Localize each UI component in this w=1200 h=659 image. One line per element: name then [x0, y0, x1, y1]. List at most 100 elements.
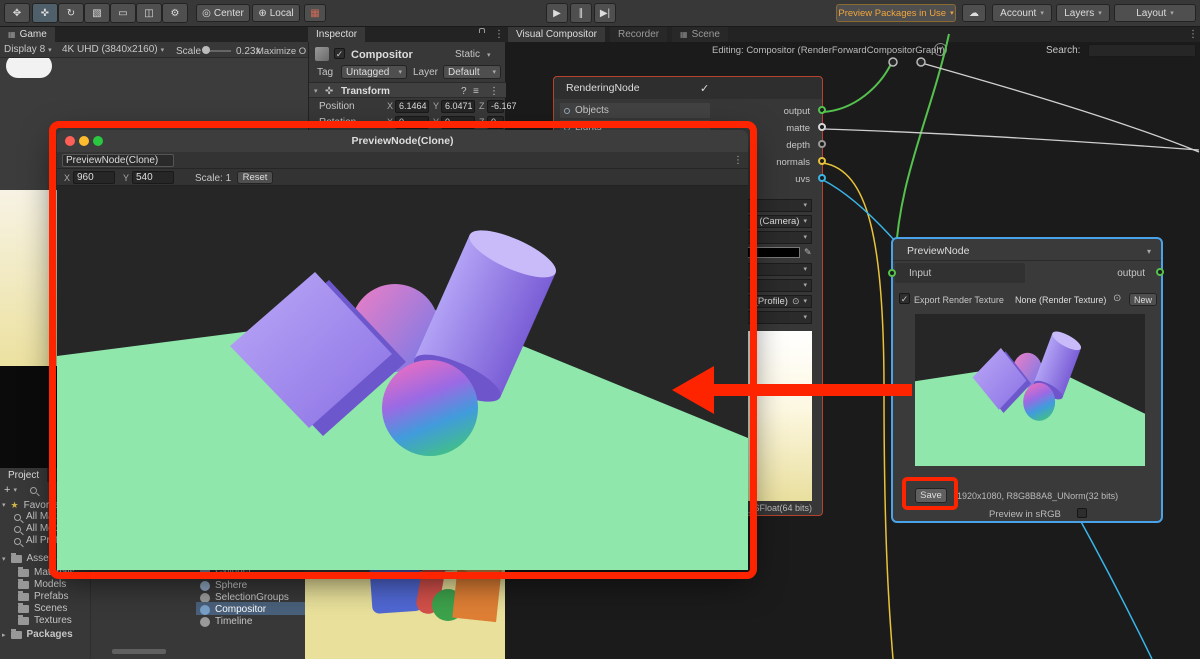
- pivot-center-button[interactable]: ◎ Center: [196, 4, 250, 22]
- hand-tool-button[interactable]: ✥: [4, 3, 30, 23]
- maximize-toggle[interactable]: Maximize O: [256, 47, 306, 57]
- popup-y-field[interactable]: 540: [132, 171, 174, 184]
- move-tool-button[interactable]: ✜: [32, 3, 58, 23]
- more-icon[interactable]: ⋮: [494, 29, 504, 40]
- output-port[interactable]: [1156, 268, 1164, 276]
- scale-slider-knob[interactable]: [202, 46, 210, 54]
- tab-project[interactable]: Project: [0, 468, 48, 482]
- export-render-texture-checkbox[interactable]: ✓: [899, 293, 910, 304]
- uvs-port[interactable]: [818, 174, 826, 182]
- tab-visual-compositor[interactable]: Visual Compositor: [508, 27, 605, 42]
- folder-row[interactable]: Scenes: [18, 603, 67, 614]
- scale-tool-button[interactable]: ▧: [84, 3, 110, 23]
- position-z-field[interactable]: -6.167: [487, 100, 517, 113]
- play-button[interactable]: ▶: [546, 3, 568, 23]
- tab-game[interactable]: ▦ Game: [0, 27, 55, 42]
- tab-scene[interactable]: ▦ Scene: [672, 27, 728, 42]
- folder-row[interactable]: Prefabs: [18, 591, 68, 602]
- rotate-tool-button[interactable]: ↻: [58, 3, 84, 23]
- eyedropper-icon[interactable]: ✎: [804, 247, 812, 258]
- horizontal-scrollbar[interactable]: [112, 649, 166, 654]
- game-view-toolbar: Display 8 ▾ 4K UHD (3840x2160) ▾ Scale 0.2…: [0, 42, 308, 58]
- save-button[interactable]: Save: [915, 488, 947, 503]
- help-icon[interactable]: ?: [461, 87, 467, 97]
- preview-node[interactable]: PreviewNode ▾ Input output ✓ Export Rend…: [888, 237, 1164, 523]
- input-port[interactable]: [888, 269, 896, 277]
- asset-list-item[interactable]: Timeline: [200, 617, 252, 627]
- grid-snap-button[interactable]: ▦: [304, 4, 326, 22]
- preview-packages-dropdown[interactable]: Preview Packages in Use ▾: [836, 4, 956, 22]
- pause-button[interactable]: ∥: [570, 3, 592, 23]
- port-label: matte: [786, 123, 810, 134]
- grid-icon: ▦: [8, 30, 16, 39]
- position-y-field[interactable]: 6.0471: [441, 100, 475, 113]
- graph-search-input[interactable]: [1088, 44, 1196, 57]
- active-checkbox[interactable]: ✓: [334, 48, 345, 59]
- graph-dropdown-button[interactable]: ▾: [934, 43, 947, 56]
- rotation-x-field[interactable]: 0: [395, 116, 429, 129]
- custom-tool-button[interactable]: ⚙: [162, 3, 188, 23]
- rect-tool-button[interactable]: ▭: [110, 3, 136, 23]
- cloud-services-button[interactable]: ☁: [962, 4, 986, 22]
- tag-dropdown[interactable]: Untagged ▾: [341, 65, 407, 79]
- static-label[interactable]: Static: [455, 50, 480, 60]
- tab-inspector[interactable]: Inspector: [308, 27, 366, 42]
- scale-tool-icon: ▧: [92, 7, 102, 19]
- popup-titlebar[interactable]: PreviewNode(Clone): [57, 130, 748, 152]
- foldout-caret-icon[interactable]: ▾: [2, 556, 6, 563]
- output-port[interactable]: [818, 106, 826, 114]
- new-texture-button[interactable]: New: [1129, 293, 1157, 306]
- popup-name-field[interactable]: PreviewNode(Clone): [62, 154, 174, 167]
- srgb-label: Preview in sRGB: [989, 509, 1061, 520]
- resolution-dropdown[interactable]: 4K UHD (3840x2160) ▾: [62, 45, 164, 55]
- input-port-row[interactable]: Input: [895, 263, 1025, 283]
- depth-port[interactable]: [818, 140, 826, 148]
- axis-x-label: X: [387, 117, 394, 127]
- step-button[interactable]: ▶|: [594, 3, 616, 23]
- check-icon[interactable]: ✓: [700, 82, 709, 95]
- folder-row[interactable]: Models: [18, 579, 66, 590]
- object-picker-icon[interactable]: ⊙: [1113, 293, 1121, 304]
- preview-popup-window[interactable]: PreviewNode(Clone) PreviewNode(Clone) ⋮ …: [57, 130, 748, 570]
- node-header[interactable]: RenderingNode ✓: [554, 77, 822, 99]
- gameobject-name[interactable]: Compositor: [351, 50, 413, 61]
- assets-root-row[interactable]: ▾ Assets: [2, 553, 57, 564]
- packages-row[interactable]: ▸ Packages: [2, 629, 73, 640]
- display-dropdown[interactable]: Display 8 ▾: [4, 45, 52, 55]
- add-asset-button[interactable]: +: [4, 485, 10, 496]
- foldout-caret-icon[interactable]: ▾: [2, 502, 6, 509]
- preset-icon[interactable]: ≡: [473, 87, 479, 97]
- search-icon[interactable]: [29, 487, 37, 494]
- transform-tool-button[interactable]: ◫: [136, 3, 162, 23]
- asset-list-item-selected[interactable]: Compositor: [200, 605, 266, 615]
- asset-list-item[interactable]: Sphere: [200, 581, 247, 591]
- reset-button[interactable]: Reset: [237, 171, 273, 184]
- foldout-caret-icon[interactable]: ▾: [314, 88, 318, 95]
- static-caret-icon[interactable]: ▾: [487, 52, 491, 59]
- chevron-down-icon[interactable]: ▾: [1147, 248, 1151, 256]
- foldout-caret-icon[interactable]: ▸: [2, 632, 6, 639]
- more-icon[interactable]: ⋮: [1188, 29, 1198, 40]
- pivot-local-button[interactable]: ⊕ Local: [252, 4, 300, 22]
- rotation-z-field[interactable]: 0: [487, 116, 504, 129]
- render-texture-field[interactable]: None (Render Texture): [1015, 296, 1106, 305]
- more-icon[interactable]: ⋮: [489, 87, 499, 97]
- layout-dropdown[interactable]: Layout ▾: [1114, 4, 1196, 22]
- add-asset-caret-icon[interactable]: ▾: [13, 487, 17, 494]
- favorites-row[interactable]: ▾ ★ Favorites: [2, 500, 65, 511]
- tab-recorder[interactable]: Recorder: [610, 27, 668, 42]
- normals-port[interactable]: [818, 157, 826, 165]
- objects-group-row[interactable]: Objects: [560, 103, 710, 118]
- account-dropdown[interactable]: Account ▾: [992, 4, 1052, 22]
- folder-row[interactable]: Textures: [18, 615, 72, 626]
- popup-x-field[interactable]: 960: [73, 171, 115, 184]
- layer-dropdown[interactable]: Default ▾: [443, 65, 501, 79]
- layers-dropdown[interactable]: Layers ▾: [1056, 4, 1110, 22]
- position-x-field[interactable]: 6.1464: [395, 100, 429, 113]
- rotation-y-field[interactable]: 0: [441, 116, 475, 129]
- more-icon[interactable]: ⋮: [733, 155, 743, 166]
- transform-header[interactable]: ▾ ✜ Transform ? ≡ ⋮: [309, 82, 506, 98]
- matte-port[interactable]: [818, 123, 826, 131]
- srgb-checkbox[interactable]: [1077, 508, 1087, 518]
- object-picker-icon[interactable]: ⊙: [792, 296, 800, 307]
